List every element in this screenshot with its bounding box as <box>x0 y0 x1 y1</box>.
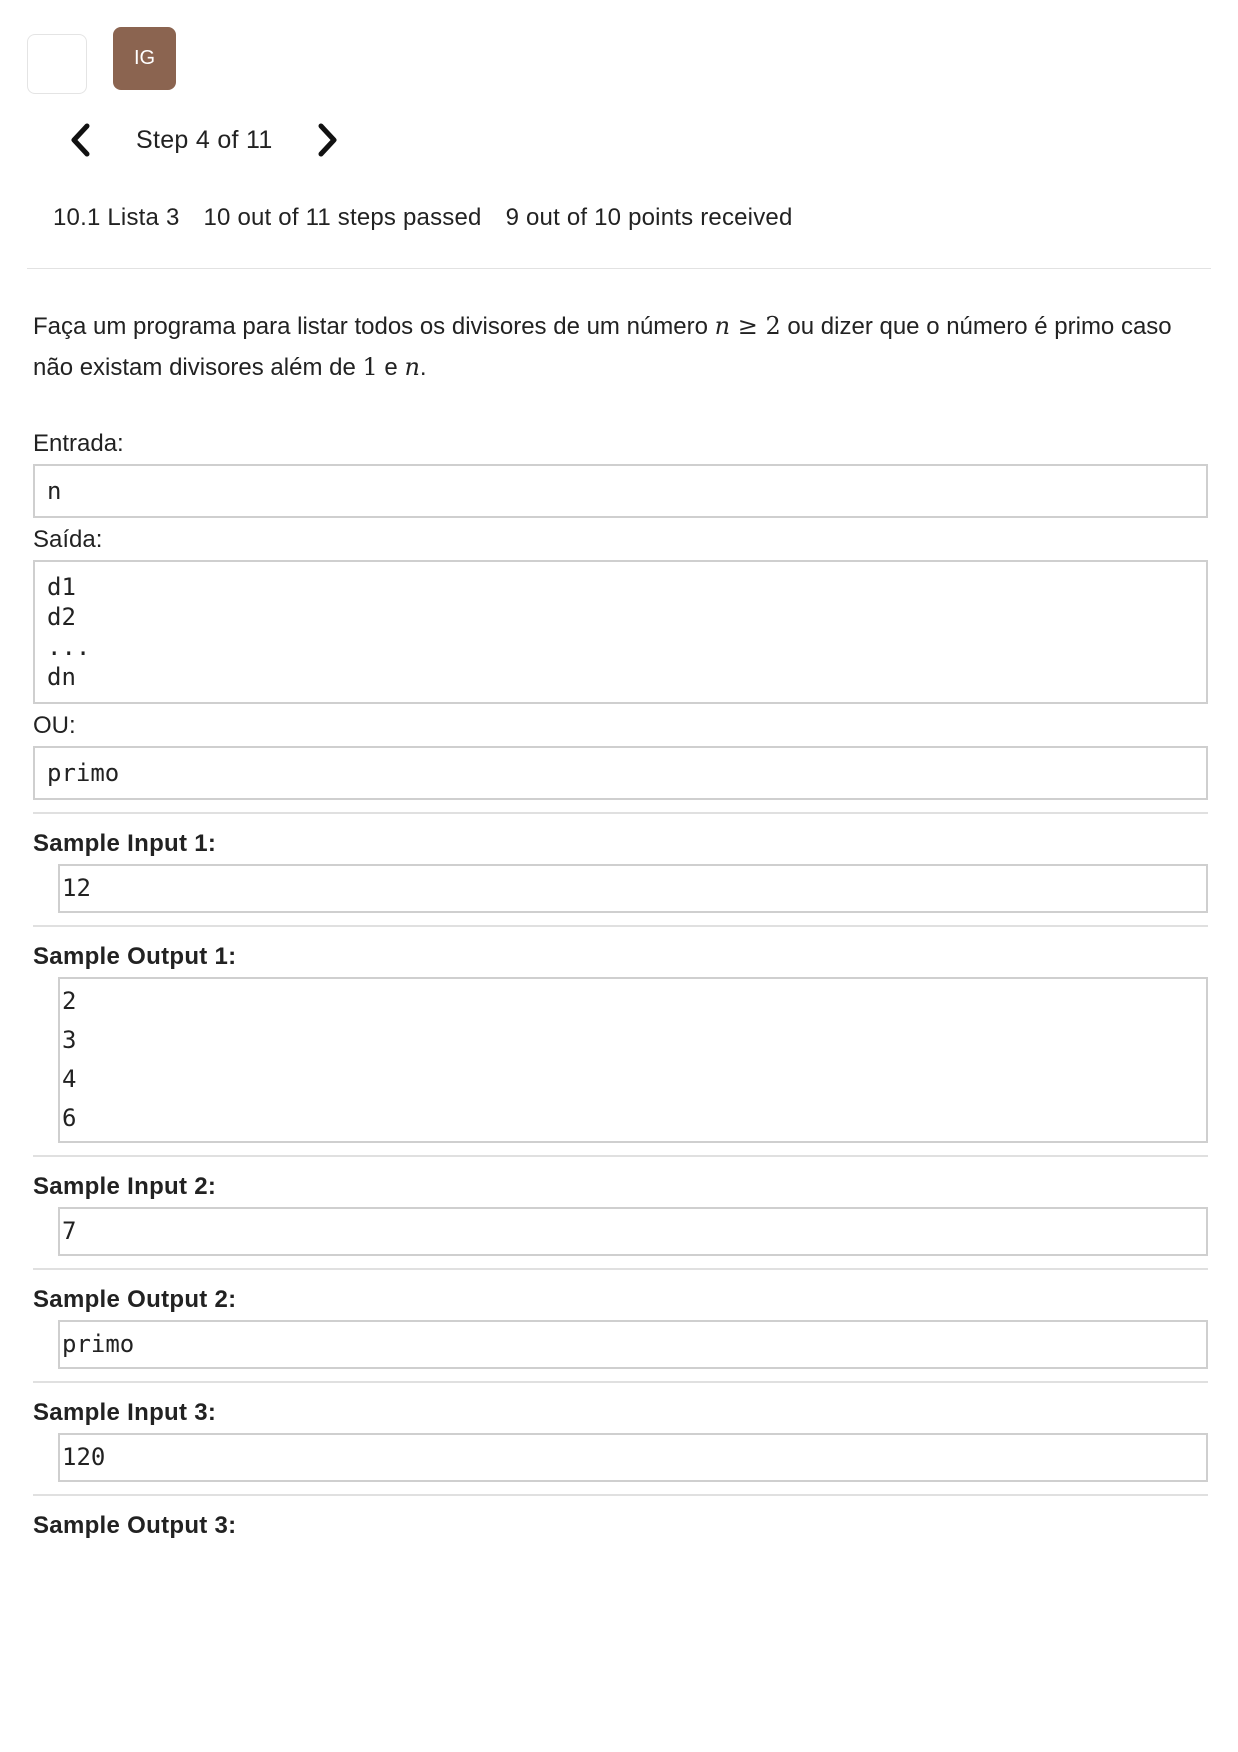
previous-step-button[interactable] <box>60 120 100 160</box>
entrada-code-block: n <box>33 464 1208 518</box>
sample-divider <box>33 925 1208 927</box>
chevron-left-icon <box>71 123 90 157</box>
sample-line: 2 <box>62 987 77 1015</box>
sample-line: 120 <box>62 1443 106 1471</box>
sample-code-block: primo <box>58 1320 1208 1369</box>
chevron-right-icon <box>318 123 337 157</box>
samples-section: Sample Input 1: 12 Sample Output 1: 2 3 4 6 Sam… <box>33 812 1208 1540</box>
sample-divider <box>33 1381 1208 1383</box>
avatar[interactable]: IG <box>113 27 176 90</box>
sample-title: Sample Output 3: <box>33 1512 237 1539</box>
ou-code-block: primo <box>33 746 1208 800</box>
sample-line: 7 <box>62 1217 77 1245</box>
points-received: 9 out of 10 points received <box>505 204 793 231</box>
sample-divider <box>33 1155 1208 1157</box>
sample-line: 3 <box>62 1026 77 1054</box>
header-divider <box>27 268 1211 269</box>
sample-divider <box>33 812 1208 814</box>
sample-title: Sample Input 1: <box>33 830 217 857</box>
entrada-label: Entrada: <box>33 430 124 457</box>
problem-statement: Faça um programa para listar todos os di… <box>33 312 1172 381</box>
sample-code-block: 7 <box>58 1207 1208 1256</box>
sample-code-block: 12 <box>58 864 1208 913</box>
next-step-button[interactable] <box>308 120 348 160</box>
sample-line: 12 <box>62 874 91 902</box>
progress-summary: 10.1 Lista 3 10 out of 11 steps passed 9… <box>53 204 793 232</box>
sample-divider <box>33 1494 1208 1496</box>
sample-code-block: 120 <box>58 1433 1208 1482</box>
toolbar-placeholder <box>27 34 87 94</box>
sample-line: 4 <box>62 1065 77 1093</box>
sample-title: Sample Input 3: <box>33 1399 217 1426</box>
saida-code-block: d1 d2 ... dn <box>33 560 1208 704</box>
steps-passed: 10 out of 11 steps passed <box>203 204 482 231</box>
ou-label: OU: <box>33 712 76 739</box>
step-navigation: Step 4 of 11 <box>60 118 360 162</box>
sample-title: Sample Output 1: <box>33 943 237 970</box>
sample-line: 6 <box>62 1104 77 1132</box>
sample-divider <box>33 1268 1208 1270</box>
sample-title: Sample Output 2: <box>33 1286 237 1313</box>
lesson-link[interactable]: 10.1 Lista 3 <box>53 204 180 232</box>
saida-label: Saída: <box>33 526 103 553</box>
sample-code-block: 2 3 4 6 <box>58 977 1208 1143</box>
step-content: Faça um programa para listar todos os di… <box>33 306 1208 1546</box>
step-label: Step 4 of 11 <box>136 125 273 154</box>
sample-title: Sample Input 2: <box>33 1173 217 1200</box>
sample-line: primo <box>62 1330 135 1358</box>
